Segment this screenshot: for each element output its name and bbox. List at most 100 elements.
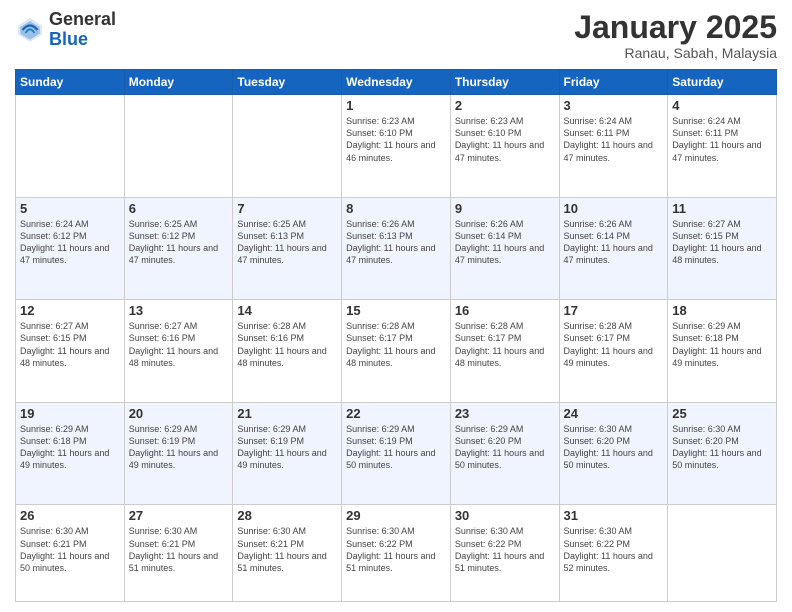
calendar-week-row: 1Sunrise: 6:23 AM Sunset: 6:10 PM Daylig… <box>16 95 777 198</box>
day-number: 25 <box>672 406 772 421</box>
calendar-day-header: Saturday <box>668 70 777 95</box>
day-info: Sunrise: 6:26 AM Sunset: 6:13 PM Dayligh… <box>346 218 446 267</box>
title-block: January 2025 Ranau, Sabah, Malaysia <box>574 10 777 61</box>
calendar-cell: 26Sunrise: 6:30 AM Sunset: 6:21 PM Dayli… <box>16 505 125 602</box>
calendar-table: SundayMondayTuesdayWednesdayThursdayFrid… <box>15 69 777 602</box>
calendar-cell: 8 Sunrise: 6:26 AM Sunset: 6:13 PM Daylig… <box>342 197 451 300</box>
calendar-cell: 28 Sunrise: 6:30 AM Sunset: 6:21 PM Dayli… <box>233 505 342 602</box>
calendar-subtitle: Ranau, Sabah, Malaysia <box>574 45 777 61</box>
day-number: 17 <box>564 303 664 318</box>
page: General Blue January 2025 Ranau, Sabah, … <box>0 0 792 612</box>
calendar-week-row: 5 Sunrise: 6:24 AM Sunset: 6:12 PM Daylig… <box>16 197 777 300</box>
day-number: 26 <box>20 508 120 523</box>
day-number: 30 <box>455 508 555 523</box>
day-number: 8 <box>346 201 446 216</box>
day-info: Sunrise: 6:30 AM Sunset: 6:20 PM Dayligh… <box>564 423 664 472</box>
calendar-cell: 25 Sunrise: 6:30 AM Sunset: 6:20 PM Dayli… <box>668 402 777 505</box>
calendar-cell: 17Sunrise: 6:28 AM Sunset: 6:17 PM Dayli… <box>559 300 668 403</box>
day-number: 31 <box>564 508 664 523</box>
logo-general: General <box>49 9 116 29</box>
calendar-cell: 7Sunrise: 6:25 AM Sunset: 6:13 PM Daylig… <box>233 197 342 300</box>
calendar-cell: 27Sunrise: 6:30 AM Sunset: 6:21 PM Dayli… <box>124 505 233 602</box>
day-number: 18 <box>672 303 772 318</box>
day-number: 13 <box>129 303 229 318</box>
logo-text: General Blue <box>49 10 116 50</box>
calendar-week-row: 19 Sunrise: 6:29 AM Sunset: 6:18 PM Dayli… <box>16 402 777 505</box>
logo-icon <box>15 15 45 45</box>
day-info: Sunrise: 6:26 AM Sunset: 6:14 PM Dayligh… <box>564 218 664 267</box>
calendar-cell: 18 Sunrise: 6:29 AM Sunset: 6:18 PM Dayli… <box>668 300 777 403</box>
day-number: 24 <box>564 406 664 421</box>
calendar-header-row: SundayMondayTuesdayWednesdayThursdayFrid… <box>16 70 777 95</box>
day-info: Sunrise: 6:25 AM Sunset: 6:12 PM Dayligh… <box>129 218 229 267</box>
day-number: 15 <box>346 303 446 318</box>
calendar-cell: 23Sunrise: 6:29 AM Sunset: 6:20 PM Dayli… <box>450 402 559 505</box>
day-number: 14 <box>237 303 337 318</box>
calendar-cell: 12 Sunrise: 6:27 AM Sunset: 6:15 PM Dayli… <box>16 300 125 403</box>
day-number: 22 <box>346 406 446 421</box>
day-info: Sunrise: 6:29 AM Sunset: 6:18 PM Dayligh… <box>20 423 120 472</box>
calendar-day-header: Wednesday <box>342 70 451 95</box>
day-info: Sunrise: 6:24 AM Sunset: 6:11 PM Dayligh… <box>672 115 772 164</box>
day-info: Sunrise: 6:27 AM Sunset: 6:15 PM Dayligh… <box>672 218 772 267</box>
day-info: Sunrise: 6:28 AM Sunset: 6:16 PM Dayligh… <box>237 320 337 369</box>
calendar-cell: 2Sunrise: 6:23 AM Sunset: 6:10 PM Daylig… <box>450 95 559 198</box>
calendar-week-row: 12 Sunrise: 6:27 AM Sunset: 6:15 PM Dayli… <box>16 300 777 403</box>
day-number: 3 <box>564 98 664 113</box>
day-info: Sunrise: 6:30 AM Sunset: 6:21 PM Dayligh… <box>237 525 337 574</box>
calendar-cell: 16 Sunrise: 6:28 AM Sunset: 6:17 PM Dayli… <box>450 300 559 403</box>
day-info: Sunrise: 6:30 AM Sunset: 6:22 PM Dayligh… <box>564 525 664 574</box>
calendar-day-header: Monday <box>124 70 233 95</box>
calendar-cell: 9 Sunrise: 6:26 AM Sunset: 6:14 PM Daylig… <box>450 197 559 300</box>
calendar-cell: 3 Sunrise: 6:24 AM Sunset: 6:11 PM Daylig… <box>559 95 668 198</box>
day-info: Sunrise: 6:24 AM Sunset: 6:11 PM Dayligh… <box>564 115 664 164</box>
day-number: 12 <box>20 303 120 318</box>
calendar-day-header: Friday <box>559 70 668 95</box>
day-number: 28 <box>237 508 337 523</box>
day-number: 20 <box>129 406 229 421</box>
day-info: Sunrise: 6:30 AM Sunset: 6:20 PM Dayligh… <box>672 423 772 472</box>
day-info: Sunrise: 6:25 AM Sunset: 6:13 PM Dayligh… <box>237 218 337 267</box>
day-info: Sunrise: 6:29 AM Sunset: 6:20 PM Dayligh… <box>455 423 555 472</box>
day-info: Sunrise: 6:29 AM Sunset: 6:19 PM Dayligh… <box>237 423 337 472</box>
calendar-week-row: 26 Sunrise: 6:30 AM Sunset: 6:21 PM Dayli… <box>16 505 777 602</box>
calendar-cell: 1Sunrise: 6:23 AM Sunset: 6:10 PM Daylig… <box>342 95 451 198</box>
day-info: Sunrise: 6:28 AM Sunset: 6:17 PM Dayligh… <box>455 320 555 369</box>
calendar-cell: 14 Sunrise: 6:28 AM Sunset: 6:16 PM Dayli… <box>233 300 342 403</box>
calendar-cell: 21 Sunrise: 6:29 AM Sunset: 6:19 PM Dayli… <box>233 402 342 505</box>
calendar-cell: 20Sunrise: 6:29 AM Sunset: 6:19 PM Dayli… <box>124 402 233 505</box>
calendar-cell: 13 Sunrise: 6:27 AM Sunset: 6:16 PM Dayli… <box>124 300 233 403</box>
calendar-cell: 5 Sunrise: 6:24 AM Sunset: 6:12 PM Daylig… <box>16 197 125 300</box>
day-info: Sunrise: 6:26 AM Sunset: 6:14 PM Dayligh… <box>455 218 555 267</box>
calendar-cell: 10 Sunrise: 6:26 AM Sunset: 6:14 PM Dayli… <box>559 197 668 300</box>
calendar-cell <box>124 95 233 198</box>
calendar-day-header: Sunday <box>16 70 125 95</box>
calendar-cell <box>16 95 125 198</box>
calendar-cell <box>668 505 777 602</box>
day-number: 27 <box>129 508 229 523</box>
header: General Blue January 2025 Ranau, Sabah, … <box>15 10 777 61</box>
day-number: 9 <box>455 201 555 216</box>
logo-blue-text: Blue <box>49 29 88 49</box>
day-number: 5 <box>20 201 120 216</box>
calendar-cell: 22Sunrise: 6:29 AM Sunset: 6:19 PM Dayli… <box>342 402 451 505</box>
calendar-title: January 2025 <box>574 10 777 45</box>
day-number: 16 <box>455 303 555 318</box>
calendar-day-header: Thursday <box>450 70 559 95</box>
calendar-cell: 30Sunrise: 6:30 AM Sunset: 6:22 PM Dayli… <box>450 505 559 602</box>
day-number: 29 <box>346 508 446 523</box>
day-info: Sunrise: 6:24 AM Sunset: 6:12 PM Dayligh… <box>20 218 120 267</box>
day-number: 11 <box>672 201 772 216</box>
calendar-cell: 6Sunrise: 6:25 AM Sunset: 6:12 PM Daylig… <box>124 197 233 300</box>
day-info: Sunrise: 6:23 AM Sunset: 6:10 PM Dayligh… <box>346 115 446 164</box>
logo: General Blue <box>15 10 116 50</box>
day-info: Sunrise: 6:27 AM Sunset: 6:16 PM Dayligh… <box>129 320 229 369</box>
day-info: Sunrise: 6:23 AM Sunset: 6:10 PM Dayligh… <box>455 115 555 164</box>
day-number: 19 <box>20 406 120 421</box>
day-number: 21 <box>237 406 337 421</box>
day-number: 10 <box>564 201 664 216</box>
day-info: Sunrise: 6:29 AM Sunset: 6:18 PM Dayligh… <box>672 320 772 369</box>
day-info: Sunrise: 6:30 AM Sunset: 6:22 PM Dayligh… <box>346 525 446 574</box>
calendar-cell: 29 Sunrise: 6:30 AM Sunset: 6:22 PM Dayli… <box>342 505 451 602</box>
day-info: Sunrise: 6:27 AM Sunset: 6:15 PM Dayligh… <box>20 320 120 369</box>
